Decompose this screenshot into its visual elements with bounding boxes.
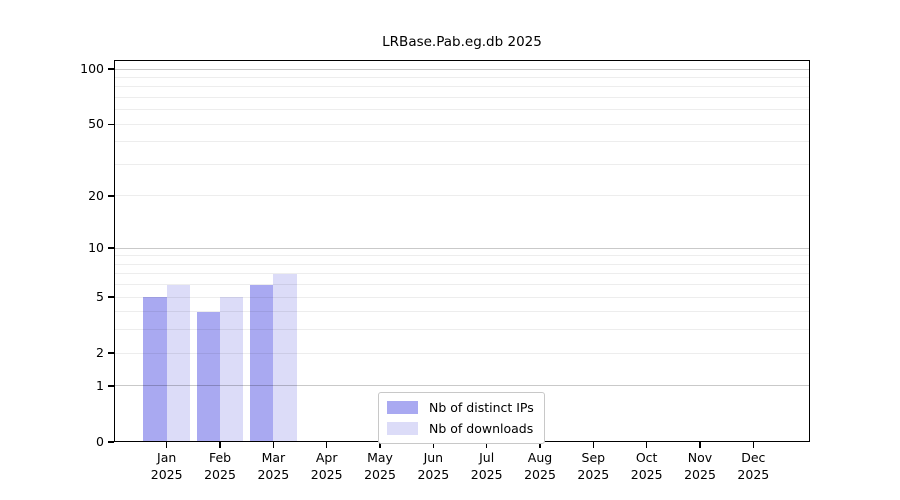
minor-gridline — [114, 329, 810, 330]
x-tick-label-jul: Jul 2025 — [457, 450, 517, 483]
minor-gridline — [114, 109, 810, 110]
y-tick — [108, 124, 114, 126]
x-tick — [166, 442, 168, 448]
x-tick — [699, 442, 701, 448]
x-tick-label-jun: Jun 2025 — [403, 450, 463, 483]
minor-gridline — [114, 124, 810, 125]
minor-gridline — [114, 86, 810, 87]
y-tick — [108, 247, 114, 249]
bar-jan-distinct-ips — [143, 297, 166, 442]
y-tick-label: 100 — [0, 61, 104, 77]
bar-jan-downloads — [167, 285, 190, 442]
y-tick-label: 50 — [0, 116, 104, 132]
bar-mar-distinct-ips — [250, 285, 273, 442]
y-tick — [108, 352, 114, 354]
y-tick — [108, 68, 114, 70]
y-tick-label: 0 — [0, 434, 104, 450]
y-tick — [108, 385, 114, 387]
x-tick-label-mar: Mar 2025 — [243, 450, 303, 483]
legend-label: Nb of distinct IPs — [429, 400, 534, 415]
x-tick — [219, 442, 221, 448]
y-tick-label: 5 — [0, 289, 104, 305]
minor-gridline — [114, 164, 810, 165]
x-tick — [753, 442, 755, 448]
y-tick — [108, 296, 114, 298]
x-tick-label-jan: Jan 2025 — [137, 450, 197, 483]
minor-gridline — [114, 77, 810, 78]
minor-gridline — [114, 195, 810, 196]
x-tick-label-sep: Sep 2025 — [563, 450, 623, 483]
minor-gridline — [114, 97, 810, 98]
minor-gridline — [114, 353, 810, 354]
x-tick — [326, 442, 328, 448]
major-gridline — [114, 69, 810, 70]
y-tick-label: 1 — [0, 378, 104, 394]
y-tick-label: 2 — [0, 345, 104, 361]
major-gridline — [114, 248, 810, 249]
x-tick-label-may: May 2025 — [350, 450, 410, 483]
legend-row: Nb of downloads — [387, 421, 534, 436]
legend-swatch-downloads — [387, 422, 418, 435]
x-tick-label-dec: Dec 2025 — [723, 450, 783, 483]
y-tick-label: 10 — [0, 240, 104, 256]
major-gridline — [114, 385, 810, 386]
y-tick — [108, 195, 114, 197]
y-tick — [108, 441, 114, 443]
minor-gridline — [114, 141, 810, 142]
plot-area: Nb of distinct IPs Nb of downloads — [114, 60, 810, 442]
x-tick — [273, 442, 275, 448]
legend: Nb of distinct IPs Nb of downloads — [378, 392, 545, 444]
minor-gridline — [114, 284, 810, 285]
x-tick-label-apr: Apr 2025 — [297, 450, 357, 483]
x-tick-label-oct: Oct 2025 — [617, 450, 677, 483]
x-tick — [646, 442, 648, 448]
legend-swatch-distinct-ips — [387, 401, 418, 414]
bar-mar-downloads — [273, 274, 296, 442]
bar-feb-distinct-ips — [197, 312, 220, 442]
x-tick-label-nov: Nov 2025 — [670, 450, 730, 483]
minor-gridline — [114, 264, 810, 265]
legend-row: Nb of distinct IPs — [387, 400, 534, 415]
minor-gridline — [114, 311, 810, 312]
chart-title: LRBase.Pab.eg.db 2025 — [114, 34, 810, 54]
minor-gridline — [114, 297, 810, 298]
x-tick-label-aug: Aug 2025 — [510, 450, 570, 483]
x-tick-label-feb: Feb 2025 — [190, 450, 250, 483]
y-tick-label: 20 — [0, 188, 104, 204]
bar-feb-downloads — [220, 297, 243, 442]
minor-gridline — [114, 273, 810, 274]
legend-label: Nb of downloads — [429, 421, 533, 436]
figure: LRBase.Pab.eg.db 2025 Nb of distinct IPs… — [0, 0, 900, 500]
x-tick — [593, 442, 595, 448]
minor-gridline — [114, 255, 810, 256]
